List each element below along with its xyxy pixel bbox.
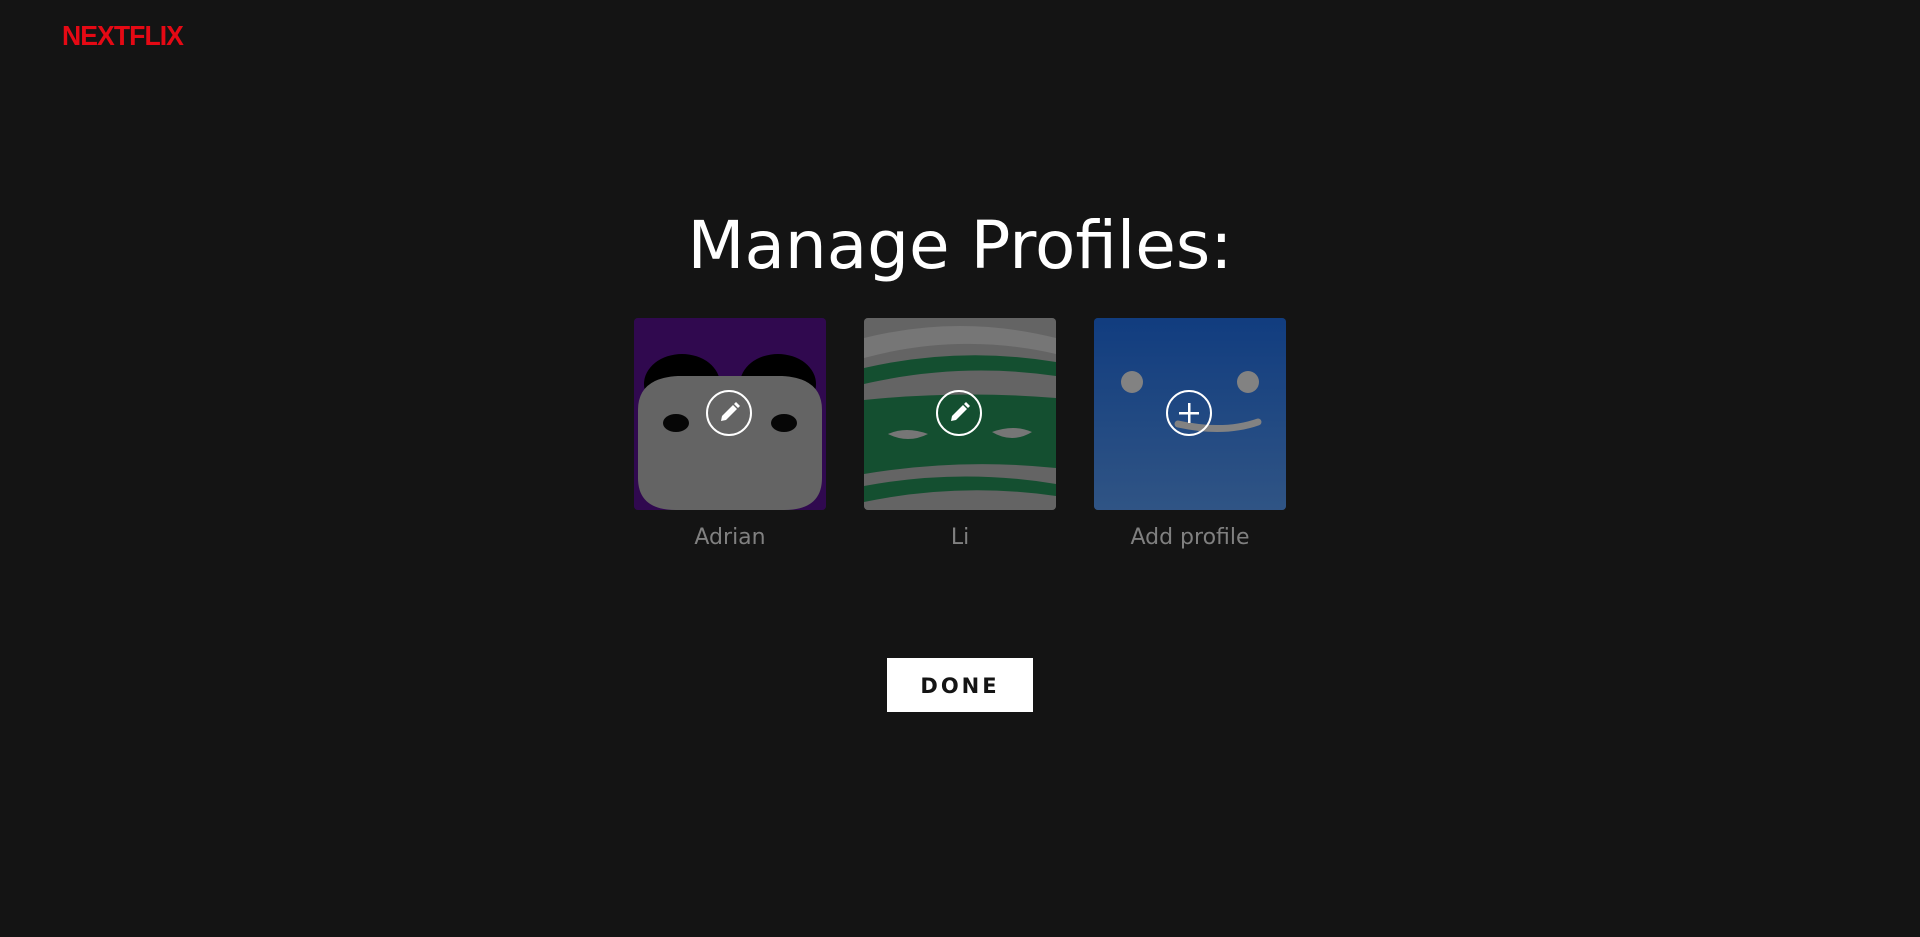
pencil-icon[interactable]: [936, 390, 982, 436]
profile-list: Adrian Li Add profile: [634, 318, 1286, 558]
profile-adrian[interactable]: Adrian: [634, 318, 826, 552]
pencil-icon[interactable]: [706, 390, 752, 436]
profile-avatar-adrian[interactable]: [634, 318, 826, 510]
profile-name: Add profile: [1130, 525, 1250, 550]
profile-name: Li: [950, 525, 970, 550]
profile-name: Adrian: [694, 525, 766, 550]
page-title: Manage Profiles:: [687, 207, 1233, 284]
add-profile[interactable]: Add profile: [1094, 318, 1286, 552]
profile-li[interactable]: Li: [864, 318, 1056, 552]
plus-icon[interactable]: [1166, 390, 1212, 436]
done-button[interactable]: DONE: [887, 658, 1033, 712]
brand-logo[interactable]: NEXTFLIX: [62, 20, 184, 52]
profile-avatar-li[interactable]: [864, 318, 1056, 510]
add-profile-avatar[interactable]: [1094, 318, 1286, 510]
